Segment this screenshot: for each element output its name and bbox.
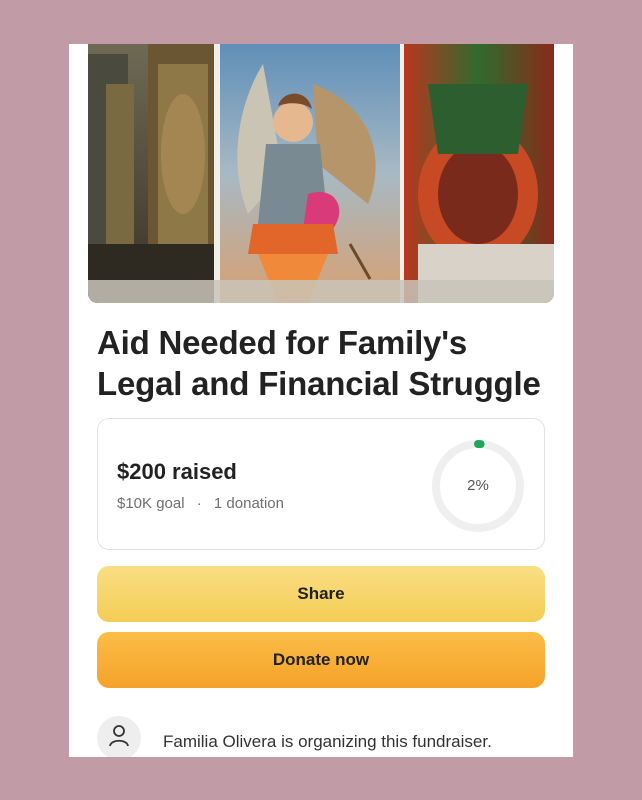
meta-separator: · (196, 495, 202, 512)
amount-raised: $200 raised (117, 459, 237, 484)
avatar (97, 716, 141, 757)
donate-button[interactable]: Donate now (97, 632, 545, 688)
fundraiser-card: Aid Needed for Family's Legal and Financ… (69, 44, 573, 757)
goal-amount: $10K goal (117, 495, 185, 512)
organizer-row: Familia Olivera is organizing this fundr… (97, 716, 557, 757)
progress-ring: 2% (431, 439, 525, 533)
share-button[interactable]: Share (97, 566, 545, 622)
donation-stats-panel: $200 raised $10K goal · 1 donation 2% (97, 418, 545, 550)
person-icon (108, 724, 130, 753)
donation-count: 1 donation (213, 495, 284, 512)
organizer-text: Familia Olivera is organizing this fundr… (163, 732, 492, 751)
goal-meta: $10K goal · 1 donation (117, 495, 284, 512)
hero-image (88, 44, 554, 303)
progress-percent: 2% (467, 477, 489, 494)
fundraiser-title: Aid Needed for Family's Legal and Financ… (97, 324, 541, 402)
